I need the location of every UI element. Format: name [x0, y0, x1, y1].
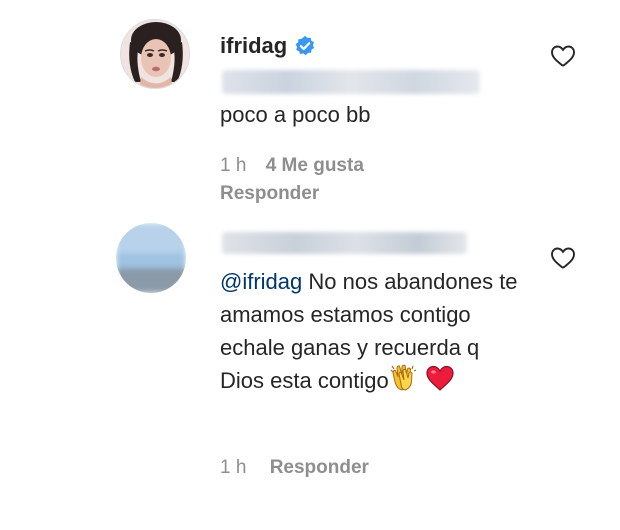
verified-badge-icon: [295, 35, 315, 56]
reply-row: Responder: [220, 183, 319, 205]
mention-link[interactable]: @ifridag: [220, 269, 302, 294]
reply-button[interactable]: Responder: [220, 183, 319, 204]
like-heart-icon[interactable]: [550, 246, 576, 270]
redacted-text: [222, 70, 480, 94]
clapping-hands-emoji-icon: [390, 364, 417, 391]
avatar[interactable]: [116, 223, 186, 293]
comment-header: ifridag: [220, 31, 316, 61]
avatar[interactable]: [120, 19, 190, 89]
comment-meta: 1 h 4 Me gusta: [220, 155, 364, 177]
like-heart-icon[interactable]: [550, 44, 576, 68]
username-link[interactable]: ifridag: [220, 33, 287, 59]
comment-text: poco a poco bb: [220, 102, 371, 127]
comment-text: @ifridag No nos abandones te amamos esta…: [220, 265, 520, 397]
reply-button[interactable]: Responder: [270, 457, 369, 478]
avatar-image: [121, 20, 189, 88]
blurred-avatar-image: [116, 223, 186, 293]
comment-time[interactable]: 1 h: [220, 155, 246, 176]
comment-meta: 1 h Responder: [220, 457, 369, 479]
red-heart-emoji-icon: [426, 365, 454, 391]
redacted-username: [222, 232, 467, 254]
comment-time[interactable]: 1 h: [220, 457, 246, 478]
likes-count[interactable]: 4 Me gusta: [266, 155, 364, 176]
